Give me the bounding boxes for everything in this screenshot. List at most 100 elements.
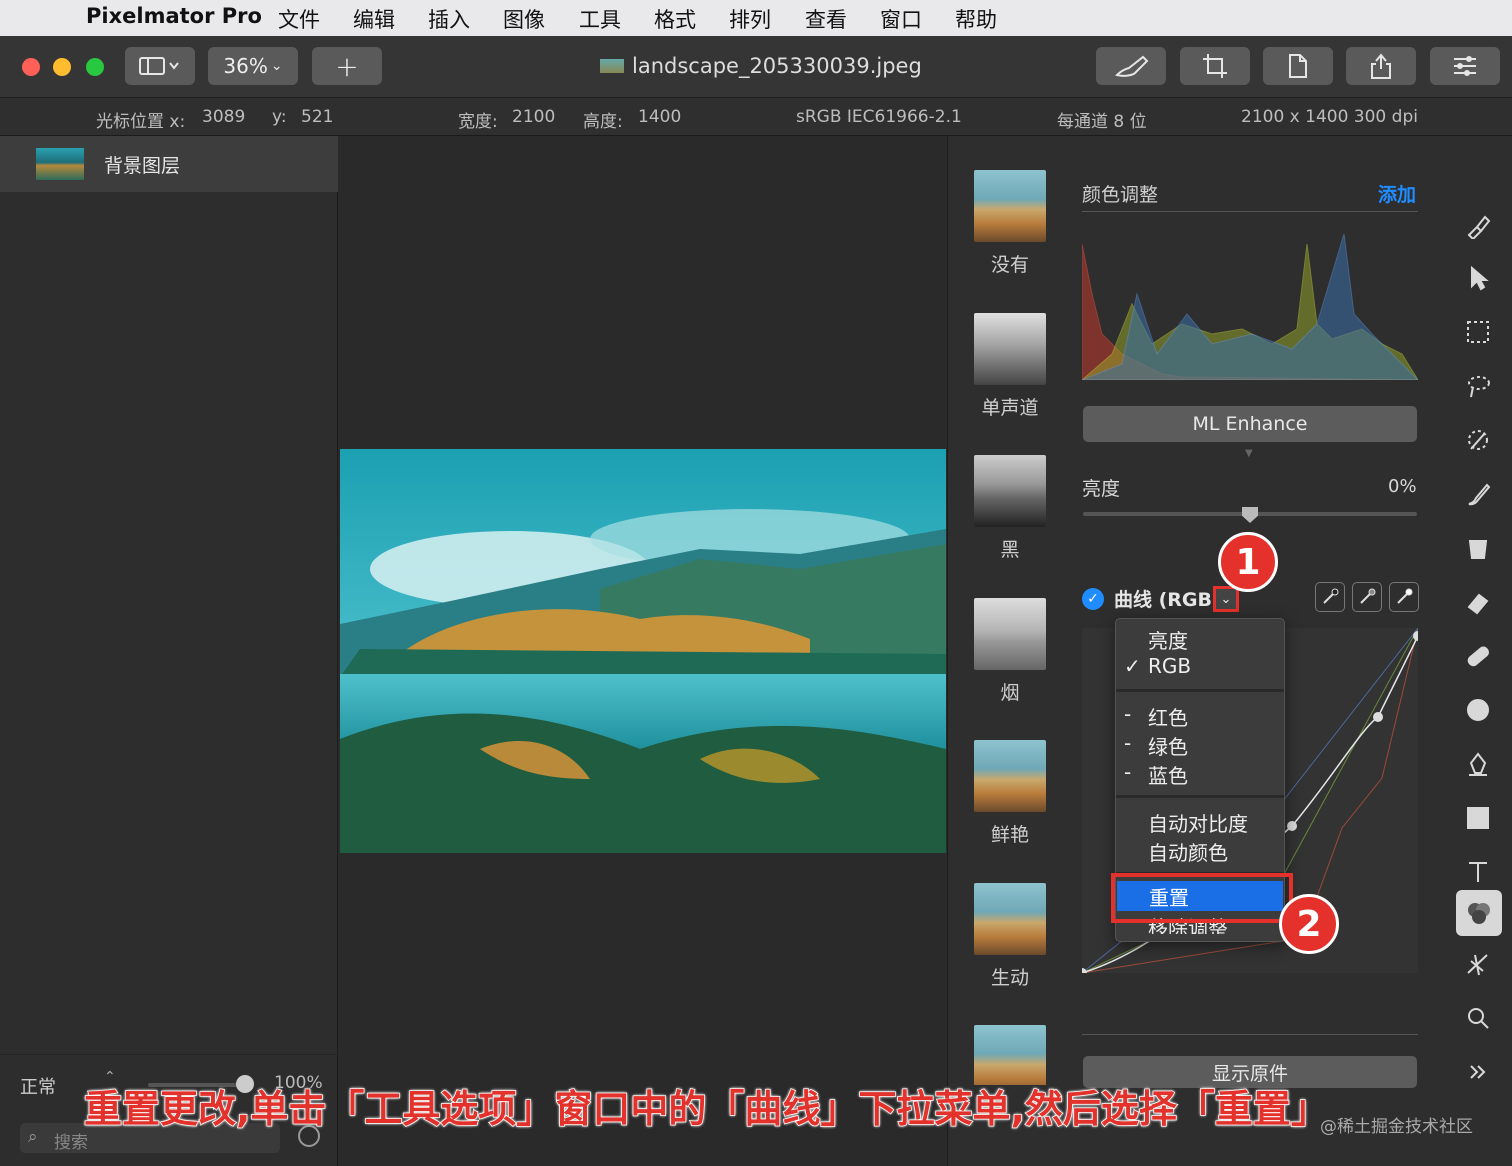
type-tool[interactable] — [1456, 850, 1500, 894]
menu-insert[interactable]: 插入 — [428, 4, 470, 34]
menu-item-label: 自动颜色 — [1148, 841, 1228, 865]
preset-label: 黑 — [1000, 539, 1020, 561]
menu-image[interactable]: 图像 — [503, 4, 545, 34]
menu-item-green[interactable]: - 绿色 — [1116, 731, 1284, 759]
preset-lively[interactable]: 生动 — [974, 883, 1046, 990]
erase-tool[interactable] — [1456, 580, 1500, 624]
menu-window[interactable]: 窗口 — [880, 4, 922, 34]
badge-number: 1 — [1235, 541, 1261, 583]
menu-item-blue[interactable]: - 蓝色 — [1116, 760, 1284, 788]
distort-tool[interactable] — [1456, 688, 1500, 732]
menu-help[interactable]: 帮助 — [955, 4, 997, 34]
effects-tool[interactable] — [1456, 942, 1500, 986]
preset-smoke[interactable]: 烟 — [974, 598, 1046, 705]
minimize-window-button[interactable] — [53, 58, 71, 76]
sidebar-toggle-button[interactable] — [125, 47, 195, 85]
document-thumbnail-icon — [600, 59, 624, 73]
brush-button[interactable] — [1096, 47, 1166, 85]
paint-brush-tool[interactable] — [1456, 472, 1500, 516]
color-adjust-tool[interactable] — [1456, 890, 1502, 936]
crop-icon — [1203, 54, 1227, 78]
search-icon: ⌕ — [28, 1127, 38, 1147]
menu-format[interactable]: 格式 — [654, 4, 696, 34]
add-adjustment-link[interactable]: 添加 — [1378, 180, 1416, 207]
sidebar-icon — [139, 57, 179, 75]
zoom-tool[interactable] — [1456, 996, 1500, 1040]
color-circles-icon — [1468, 903, 1490, 924]
brightness-slider-knob[interactable] — [1242, 507, 1258, 523]
zoom-dropdown[interactable]: 36% ⌄ — [208, 47, 298, 85]
paint-icon — [1467, 215, 1491, 239]
menu-separator — [1116, 689, 1284, 692]
lasso-tool[interactable] — [1456, 364, 1500, 408]
fill-tool[interactable] — [1456, 526, 1500, 570]
select-tool[interactable] — [1456, 310, 1500, 354]
adjust-button[interactable] — [1430, 47, 1500, 85]
gray-point-eyedropper[interactable] — [1352, 582, 1382, 612]
menu-tools[interactable]: 工具 — [579, 4, 621, 34]
menu-item-red[interactable]: - 红色 — [1116, 702, 1284, 730]
menu-edit[interactable]: 编辑 — [353, 4, 395, 34]
layers-panel: 背景图层 正常 ⌃ 100% ⌕ 搜索 — [0, 136, 338, 1166]
menu-item-rgb[interactable]: ✓ RGB — [1116, 654, 1284, 682]
format-button[interactable] — [1263, 47, 1333, 85]
menu-item-luminance[interactable]: 亮度 — [1116, 625, 1284, 653]
menu-bar: Pixelmator Pro 文件 编辑 插入 图像 工具 格式 排列 查看 窗… — [0, 0, 1512, 36]
preset-thumbnail — [974, 883, 1046, 955]
menu-item-label: 蓝色 — [1148, 764, 1188, 788]
preset-mono[interactable]: 单声道 — [974, 313, 1046, 420]
quick-select-tool[interactable] — [1456, 418, 1500, 462]
preset-label: 生动 — [990, 967, 1029, 989]
height-label: 高度: — [583, 112, 623, 132]
text-icon — [1469, 862, 1487, 882]
document-title: landscape_205330039.jpeg — [600, 54, 922, 78]
tool-options-sidebar: 没有 单声道 黑 烟 鲜艳 生动 颜色调整 添加 ML Enhance ▼ 亮度… — [947, 136, 1512, 1166]
style-tool[interactable] — [1456, 204, 1500, 248]
curve-point[interactable] — [1373, 712, 1383, 722]
menu-item-label: RGB — [1148, 654, 1192, 678]
arrange-tool[interactable] — [1456, 256, 1500, 300]
blend-mode-dropdown[interactable]: 正常 — [20, 1073, 56, 1099]
white-point-eyedropper[interactable] — [1389, 582, 1419, 612]
crop-button[interactable] — [1180, 47, 1250, 85]
magic-brush-icon — [1468, 430, 1488, 450]
curve-point[interactable] — [1287, 821, 1297, 831]
add-button[interactable]: + — [312, 47, 382, 85]
menu-item-auto-color[interactable]: 自动颜色 — [1116, 837, 1284, 865]
curves-channel-dropdown[interactable]: ⌄ — [1213, 586, 1239, 612]
brightness-value[interactable]: 0% — [1388, 476, 1417, 497]
menu-item-label: 亮度 — [1148, 629, 1188, 653]
menu-view[interactable]: 查看 — [805, 4, 847, 34]
retouch-tool[interactable] — [1456, 634, 1500, 678]
menu-dash: - — [1124, 702, 1132, 726]
menu-arrange[interactable]: 排列 — [729, 4, 771, 34]
histogram — [1082, 234, 1418, 380]
layer-row[interactable]: 背景图层 — [0, 136, 338, 192]
black-point-eyedropper[interactable] — [1315, 582, 1345, 612]
share-button[interactable] — [1346, 47, 1416, 85]
ml-enhance-button[interactable]: ML Enhance — [1083, 406, 1417, 442]
shape-tool[interactable] — [1456, 796, 1500, 840]
close-window-button[interactable] — [22, 58, 40, 76]
more-tools-button[interactable] — [1456, 1050, 1500, 1094]
menu-file[interactable]: 文件 — [278, 4, 320, 34]
cursor-x-label: 光标位置 x: — [96, 112, 186, 132]
preset-partial[interactable] — [974, 1025, 1046, 1085]
menu-item-auto-contrast[interactable]: 自动对比度 — [1116, 808, 1284, 836]
app-name-menu[interactable]: Pixelmator Pro — [86, 4, 262, 28]
curves-enable-checkbox[interactable]: ✓ — [1082, 588, 1104, 610]
preset-vivid[interactable]: 鲜艳 — [974, 740, 1046, 847]
divider — [1082, 211, 1418, 212]
cursor-y-value: 521 — [301, 107, 334, 127]
canvas-area — [340, 136, 946, 1166]
preset-none[interactable]: 没有 — [974, 170, 1046, 277]
pen-tool[interactable] — [1456, 742, 1500, 786]
chevron-down-icon[interactable]: ▼ — [1245, 448, 1253, 459]
zoom-window-button[interactable] — [86, 58, 104, 76]
brush-icon — [1468, 483, 1491, 506]
landscape-photo[interactable] — [340, 449, 946, 853]
search-placeholder: 搜索 — [54, 1133, 88, 1153]
share-icon — [1371, 53, 1391, 79]
eyedropper-icon — [1360, 588, 1376, 604]
preset-black[interactable]: 黑 — [974, 455, 1046, 562]
